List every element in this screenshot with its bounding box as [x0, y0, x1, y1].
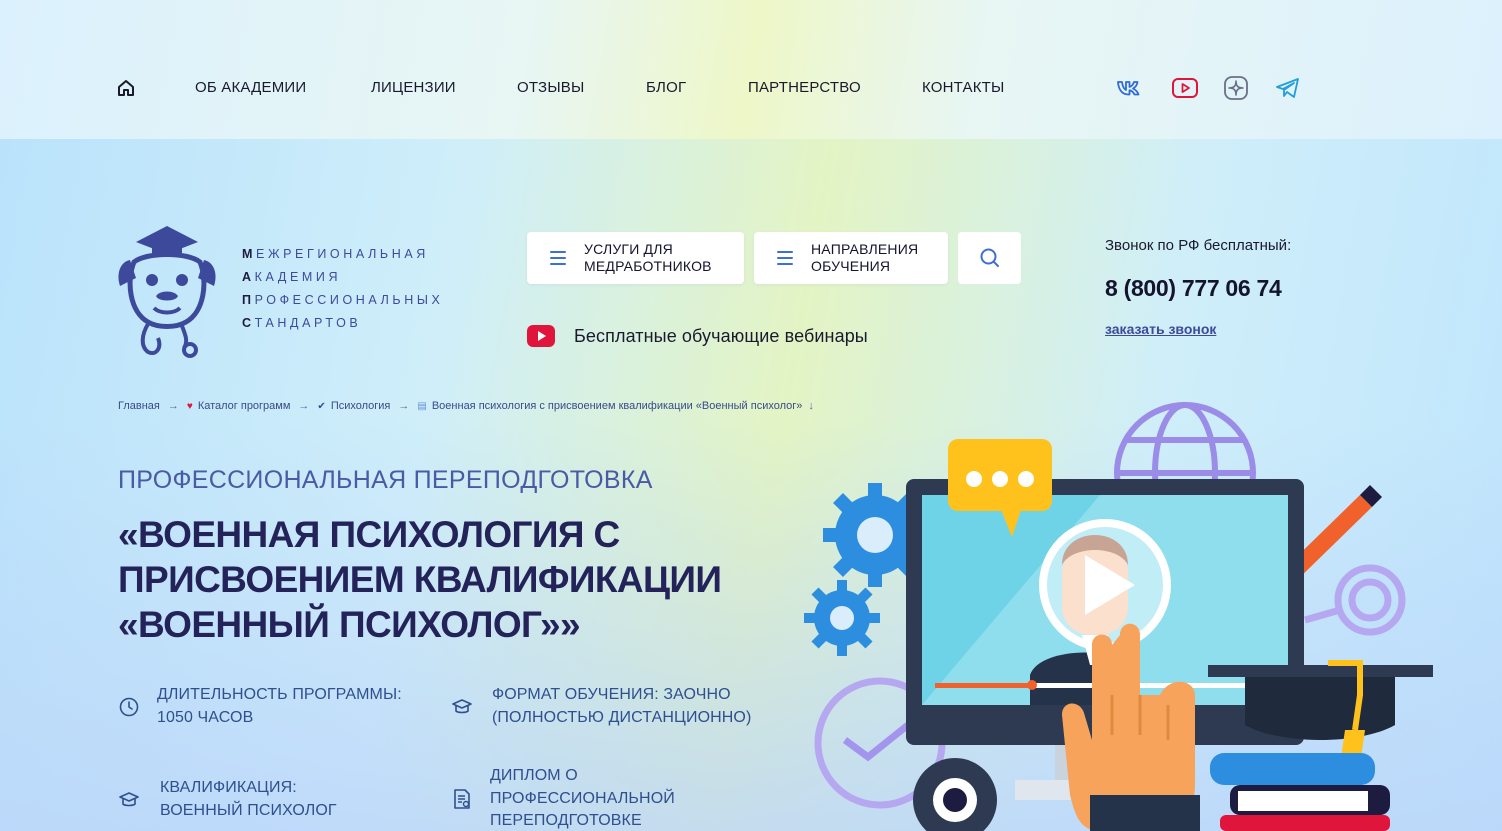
books-illustration: [1210, 753, 1390, 831]
breadcrumb-home[interactable]: Главная: [118, 400, 160, 412]
webcam-icon: [913, 758, 997, 831]
logo-line: АКАДЕМИЯ: [242, 270, 342, 284]
breadcrumb-psychology[interactable]: Психология: [331, 400, 391, 412]
arrow-right-icon: →: [398, 400, 410, 412]
nav-item-licenses[interactable]: ЛИЦЕНЗИИ: [371, 78, 456, 98]
nav-item-reviews[interactable]: ОТЗЫВЫ: [517, 78, 584, 98]
search-button[interactable]: [958, 232, 1021, 284]
services-button-label: УСЛУГИ ДЛЯ МЕДРАБОТНИКОВ: [584, 241, 712, 274]
fact-qualification: КВАЛИФИКАЦИЯ: ВОЕННЫЙ ПСИХОЛОГ: [118, 777, 337, 822]
gear-icon: [804, 580, 880, 656]
call-caption: Звонок по РФ бесплатный:: [1105, 237, 1292, 254]
vk-icon[interactable]: [1116, 74, 1144, 102]
page-title: «ВОЕННАЯ ПСИХОЛОГИЯ С ПРИСВОЕНИЕМ КВАЛИФ…: [118, 514, 722, 645]
directions-menu-button[interactable]: НАПРАВЛЕНИЯ ОБУЧЕНИЯ: [754, 232, 948, 284]
graduation-cap-icon: [119, 791, 139, 806]
burger-icon: [777, 247, 793, 269]
book-icon: ▤: [417, 400, 427, 412]
directions-button-label: НАПРАВЛЕНИЯ ОБУЧЕНИЯ: [811, 241, 919, 274]
program-type: ПРОФЕССИОНАЛЬНАЯ ПЕРЕПОДГОТОВКА: [118, 466, 653, 494]
nav-item-contacts[interactable]: КОНТАКТЫ: [922, 78, 1005, 98]
services-menu-button[interactable]: УСЛУГИ ДЛЯ МЕДРАБОТНИКОВ: [527, 232, 744, 284]
fact-format: ФОРМАТ ОБУЧЕНИЯ: ЗАОЧНО (ПОЛНОСТЬЮ ДИСТАН…: [451, 684, 751, 729]
home-icon[interactable]: [116, 78, 136, 98]
burger-icon: [550, 247, 566, 269]
dzen-icon[interactable]: [1222, 74, 1250, 102]
breadcrumb-current: Военная психология с присвоением квалифи…: [431, 400, 803, 412]
order-call-link[interactable]: заказать звонок: [1105, 321, 1216, 337]
logo-line: СТАНДАРТОВ: [242, 316, 362, 330]
document-icon: [454, 788, 470, 809]
breadcrumb: Главная → ♥ Каталог программ → ✔ Психоло…: [118, 400, 822, 412]
magnifier-icon: [1304, 564, 1406, 636]
logo-line: ПРОФЕССИОНАЛЬНЫХ: [242, 293, 444, 307]
search-icon: [980, 248, 999, 267]
nav-item-blog[interactable]: БЛОГ: [646, 78, 686, 98]
phone-number[interactable]: 8 (800) 777 06 74: [1105, 275, 1282, 302]
video-progress: [935, 683, 1030, 688]
academy-logo-icon[interactable]: [116, 222, 218, 360]
youtube-play-icon: [527, 325, 555, 347]
arrow-right-icon: →: [167, 400, 179, 412]
logo-line: МЕЖРЕГИОНАЛЬНАЯ: [242, 247, 429, 261]
clock-icon: [119, 697, 139, 716]
fact-diploma: ДИПЛОМ О ПРОФЕССИОНАЛЬНОЙ ПЕРЕПОДГОТОВКЕ: [451, 765, 675, 831]
nav-item-partnership[interactable]: ПАРТНЕРСТВО: [748, 78, 861, 98]
heart-icon: ♥: [186, 400, 193, 412]
youtube-icon[interactable]: [1171, 74, 1199, 102]
telegram-icon[interactable]: [1274, 74, 1302, 102]
check-icon: ✔: [317, 400, 326, 412]
graduation-cap-icon: [452, 698, 472, 713]
webinars-label: Бесплатные обучающие вебинары: [574, 325, 868, 346]
fact-duration: ДЛИТЕЛЬНОСТЬ ПРОГРАММЫ: 1050 ЧАСОВ: [118, 684, 402, 729]
hero-illustration: [804, 402, 1433, 831]
academy-logo-text[interactable]: МЕЖРЕГИОНАЛЬНАЯ АКАДЕМИЯ ПРОФЕССИОНАЛЬНЫ…: [242, 247, 443, 339]
breadcrumb-catalog[interactable]: Каталог программ: [198, 400, 291, 412]
top-navigation: ОБ АКАДЕМИИ ЛИЦЕНЗИИ ОТЗЫВЫ БЛОГ ПАРТНЕР…: [0, 0, 1502, 139]
arrow-right-icon: →: [298, 400, 310, 412]
webinars-link[interactable]: Бесплатные обучающие вебинары: [527, 324, 868, 348]
nav-item-about[interactable]: ОБ АКАДЕМИИ: [195, 78, 306, 98]
